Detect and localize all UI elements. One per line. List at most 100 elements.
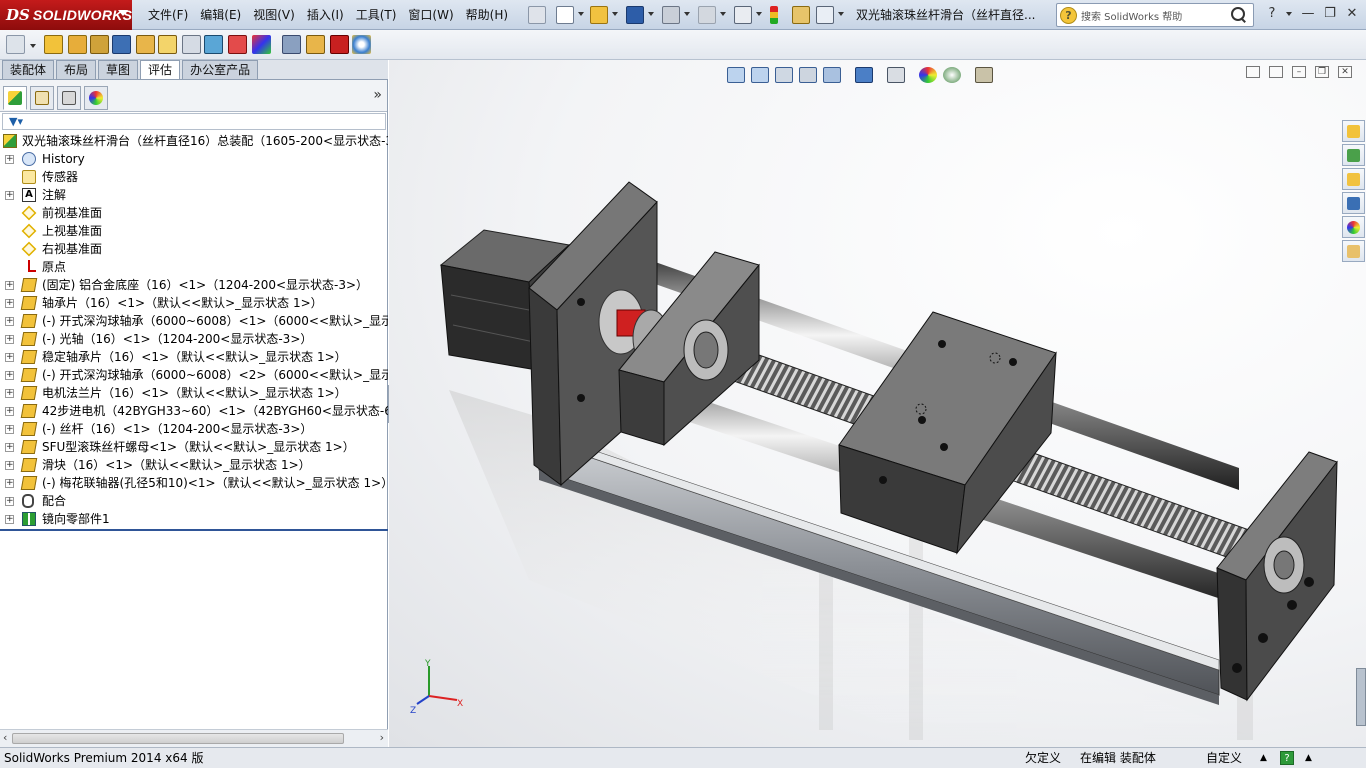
exploded-view-icon[interactable] <box>282 35 301 54</box>
options-icon[interactable] <box>816 6 834 24</box>
expand-toggle-icon[interactable]: + <box>5 389 14 398</box>
expand-toggle-icon[interactable]: + <box>5 479 14 488</box>
move-component-icon[interactable] <box>136 35 155 54</box>
reference-geometry-icon[interactable] <box>204 35 223 54</box>
filter-box[interactable]: ▼▾ <box>2 113 386 130</box>
tree-node[interactable]: +42步进电机（42BYGH33~60）<1>（42BYGH60<显示状态-6>… <box>0 402 388 420</box>
tab-property-manager[interactable] <box>30 86 54 110</box>
unit-system[interactable]: 自定义 <box>1206 748 1242 768</box>
tree-node[interactable]: + (固定) 铝合金底座（16）<1>（1204-200<显示状态-3>） <box>0 276 388 294</box>
solidworks-logo[interactable]: DS SOLIDWORKS <box>0 0 132 30</box>
tab-evaluate[interactable]: 评估 <box>140 60 181 79</box>
menu-help[interactable]: 帮助(H) <box>460 0 514 30</box>
menu-window[interactable]: 窗口(W) <box>402 0 459 30</box>
tree-node[interactable]: 前视基准面 <box>0 204 388 222</box>
quick-tips-icon[interactable]: ? <box>1280 751 1294 765</box>
expand-chevron-icon[interactable]: » <box>373 87 382 103</box>
tree-node[interactable]: + 滑块（16）<1>（默认<<默认>_显示状态 1>） <box>0 456 388 474</box>
tree-node[interactable]: + (-) 丝杆（16）<1>（1204-200<显示状态-3>） <box>0 420 388 438</box>
search-icon[interactable] <box>1231 7 1247 23</box>
expand-toggle-icon[interactable]: + <box>5 191 14 200</box>
tree-node[interactable]: 传感器 <box>0 168 388 186</box>
help-dropdown-icon[interactable] <box>1286 12 1292 16</box>
scroll-right-icon[interactable]: › <box>380 731 384 744</box>
expand-toggle-icon[interactable]: + <box>5 155 14 164</box>
new-dropdown-icon[interactable] <box>578 12 584 16</box>
tab-feature-manager[interactable] <box>3 86 27 110</box>
edit-component-icon[interactable] <box>6 35 25 54</box>
interference-detection-icon[interactable] <box>330 35 349 54</box>
search-input[interactable]: 搜索 SolidWorks 帮助 <box>1081 8 1231 23</box>
expand-toggle-icon[interactable]: + <box>5 443 14 452</box>
expand-toggle-icon[interactable]: + <box>5 515 14 524</box>
tree-node[interactable]: + 配合 <box>0 492 388 510</box>
tree-node[interactable]: 原点 <box>0 258 388 276</box>
tab-configuration-manager[interactable] <box>57 86 81 110</box>
graphics-area[interactable]: – ❐ ✕ Y X Z <box>389 60 1366 747</box>
tab-office-products[interactable]: 办公室产品 <box>182 60 259 79</box>
expand-toggle-icon[interactable]: + <box>5 425 14 434</box>
tree-node[interactable]: 右视基准面 <box>0 240 388 258</box>
horizontal-scrollbar[interactable]: ‹ › <box>0 729 388 747</box>
tree-root[interactable]: 双光轴滚珠丝杆滑台（丝杆直径16）总装配（1605-200<显示状态-3 <box>0 132 388 150</box>
tree-node[interactable]: + 轴承片（16）<1>（默认<<默认>_显示状态 1>） <box>0 294 388 312</box>
expand-toggle-icon[interactable]: + <box>5 497 14 506</box>
assembly-features-icon[interactable] <box>182 35 201 54</box>
tree-node[interactable]: + A 注解 <box>0 186 388 204</box>
minimize-button[interactable]: — <box>1298 5 1318 23</box>
menu-tools[interactable]: 工具(T) <box>350 0 403 30</box>
undo-dropdown-icon[interactable] <box>720 12 726 16</box>
mate-icon[interactable] <box>68 35 87 54</box>
select-cursor-icon[interactable] <box>734 6 752 24</box>
file-properties-icon[interactable] <box>792 6 810 24</box>
tree-node[interactable]: + History <box>0 150 388 168</box>
pin-icon[interactable] <box>528 6 546 24</box>
tree-node[interactable]: + (-) 开式深沟球轴承（6000~6008）<1>（6000<<默认>_显示状… <box>0 312 388 330</box>
menu-edit[interactable]: 编辑(E) <box>194 0 247 30</box>
tab-layout[interactable]: 布局 <box>56 60 97 79</box>
close-button[interactable]: ✕ <box>1342 5 1362 23</box>
menu-view[interactable]: 视图(V) <box>247 0 301 30</box>
tab-sketch[interactable]: 草图 <box>98 60 139 79</box>
menu-insert[interactable]: 插入(I) <box>301 0 350 30</box>
show-hidden-components-icon[interactable] <box>158 35 177 54</box>
print-icon[interactable] <box>662 6 680 24</box>
unit-dropdown-icon[interactable]: ▲ <box>1260 748 1267 768</box>
tree-node[interactable]: + 电机法兰片（16）<1>（默认<<默认>_显示状态 1>） <box>0 384 388 402</box>
bill-of-materials-icon[interactable] <box>252 35 271 54</box>
linear-pattern-icon[interactable] <box>90 35 109 54</box>
options-dropdown-icon[interactable] <box>838 12 844 16</box>
tree-node[interactable]: + (-) 开式深沟球轴承（6000~6008）<2>（6000<<默认>_显示状… <box>0 366 388 384</box>
open-folder-icon[interactable] <box>590 6 608 24</box>
instant3d-icon[interactable] <box>352 35 371 54</box>
tree-node[interactable]: + SFU型滚珠丝杆螺母<1>（默认<<默认>_显示状态 1>） <box>0 438 388 456</box>
undo-icon[interactable] <box>698 6 716 24</box>
edit-component-dropdown-icon[interactable] <box>30 44 36 48</box>
select-dropdown-icon[interactable] <box>756 12 762 16</box>
rebuild-traffic-light-icon[interactable] <box>770 6 778 24</box>
restore-button[interactable]: ❐ <box>1320 5 1340 23</box>
explode-line-sketch-icon[interactable] <box>306 35 325 54</box>
save-icon[interactable] <box>626 6 644 24</box>
expand-toggle-icon[interactable]: + <box>5 371 14 380</box>
scroll-left-icon[interactable]: ‹ <box>3 731 7 744</box>
expand-toggle-icon[interactable]: + <box>5 299 14 308</box>
tree-node[interactable]: + 稳定轴承片（16）<1>（默认<<默认>_显示状态 1>） <box>0 348 388 366</box>
new-motion-study-icon[interactable] <box>228 35 247 54</box>
expand-toggle-icon[interactable]: + <box>5 407 14 416</box>
expand-toggle-icon[interactable]: + <box>5 335 14 344</box>
expand-toggle-icon[interactable]: + <box>5 317 14 326</box>
tree-node[interactable]: + 镜向零部件1 <box>0 510 388 528</box>
save-dropdown-icon[interactable] <box>648 12 654 16</box>
scroll-thumb[interactable] <box>12 733 344 744</box>
help-menu-icon[interactable]: ? <box>1262 5 1282 23</box>
status-dropdown-icon[interactable]: ▲ <box>1305 748 1312 768</box>
tree-node[interactable]: 上视基准面 <box>0 222 388 240</box>
smart-fasteners-icon[interactable] <box>112 35 131 54</box>
expand-toggle-icon[interactable]: + <box>5 353 14 362</box>
tab-display-manager[interactable] <box>84 86 108 110</box>
insert-components-icon[interactable] <box>44 35 63 54</box>
tab-assembly[interactable]: 装配体 <box>2 60 55 79</box>
help-search-box[interactable]: ? 搜索 SolidWorks 帮助 <box>1056 3 1254 27</box>
tree-node[interactable]: + (-) 光轴（16）<1>（1204-200<显示状态-3>） <box>0 330 388 348</box>
